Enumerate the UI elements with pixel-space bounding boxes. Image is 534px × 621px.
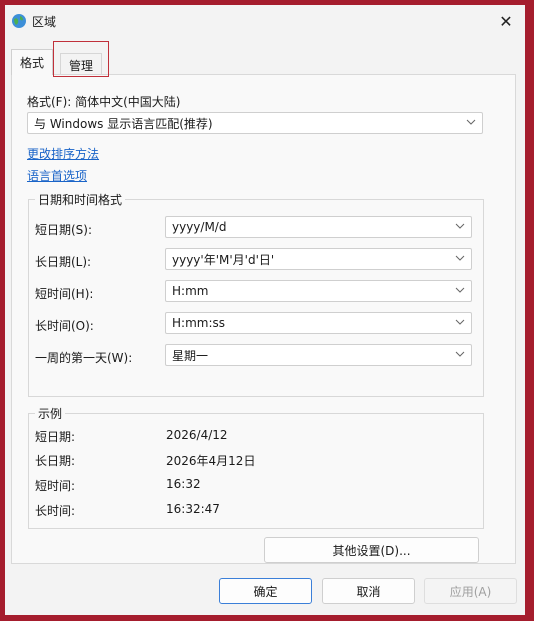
example-long-time-label: 长时间: — [35, 504, 76, 518]
example-group-title: 示例 — [35, 405, 66, 422]
additional-settings-button[interactable]: 其他设置(D)... — [264, 537, 479, 563]
chevron-down-icon — [455, 252, 465, 262]
language-prefs-link[interactable]: 语言首选项 — [27, 167, 87, 184]
change-sort-link[interactable]: 更改排序方法 — [27, 145, 99, 162]
chevron-down-icon — [466, 116, 476, 126]
example-short-time-label: 短时间: — [35, 479, 76, 493]
example-short-date-label: 短日期: — [35, 430, 76, 444]
example-long-time-value: 16:32:47 — [166, 502, 220, 516]
additional-settings-label: 其他设置(D)... — [332, 543, 411, 558]
example-group: 示例 短日期: 2026/4/12 长日期: 2026年4月12日 短时间: 1… — [28, 405, 484, 529]
short-date-value: yyyy/M/d — [172, 220, 227, 234]
region-dialog: 区域 ✕ 格式 管理 格式(F): 简体中文(中国大陆) 与 Windows 显… — [5, 5, 525, 615]
short-date-select[interactable]: yyyy/M/d — [165, 216, 472, 238]
tab-manage[interactable]: 管理 — [60, 53, 103, 76]
short-date-label: 短日期(S): — [35, 223, 93, 237]
title-bar: 区域 ✕ — [5, 5, 525, 37]
datetime-group-title: 日期和时间格式 — [35, 191, 126, 208]
close-button[interactable]: ✕ — [487, 5, 525, 37]
first-day-label: 一周的第一天(W): — [35, 351, 133, 365]
short-time-value: H:mm — [172, 284, 209, 298]
ok-label: 确定 — [253, 584, 278, 599]
first-day-select[interactable]: 星期一 — [165, 344, 472, 366]
tab-format-label: 格式 — [20, 56, 45, 70]
long-time-value: H:mm:ss — [172, 316, 225, 330]
long-time-select[interactable]: H:mm:ss — [165, 312, 472, 334]
chevron-down-icon — [455, 316, 465, 326]
format-label: 格式(F): 简体中文(中国大陆) — [27, 95, 181, 109]
globe-icon — [11, 13, 27, 29]
long-date-label: 长日期(L): — [35, 255, 92, 269]
example-long-date-value: 2026年4月12日 — [166, 454, 256, 468]
window-title: 区域 — [32, 15, 57, 29]
example-short-date-value: 2026/4/12 — [166, 428, 228, 442]
apply-button[interactable]: 应用(A) — [424, 578, 517, 604]
language-select-value: 与 Windows 显示语言匹配(推荐) — [34, 116, 213, 131]
first-day-value: 星期一 — [172, 348, 209, 363]
tab-format[interactable]: 格式 — [11, 49, 54, 75]
short-time-label: 短时间(H): — [35, 287, 94, 301]
long-time-label: 长时间(O): — [35, 319, 94, 333]
apply-label: 应用(A) — [449, 584, 492, 599]
example-long-date-label: 长日期: — [35, 454, 76, 468]
cancel-button[interactable]: 取消 — [322, 578, 415, 604]
datetime-format-group: 日期和时间格式 短日期(S): yyyy/M/d 长日期(L): yyyy'年'… — [28, 191, 484, 397]
chevron-down-icon — [455, 348, 465, 358]
chevron-down-icon — [455, 220, 465, 230]
example-short-time-value: 16:32 — [166, 477, 201, 491]
close-icon: ✕ — [499, 11, 513, 31]
format-panel: 格式(F): 简体中文(中国大陆) 与 Windows 显示语言匹配(推荐) 更… — [11, 74, 516, 564]
long-date-value: yyyy'年'M'月'd'日' — [172, 252, 275, 267]
language-select[interactable]: 与 Windows 显示语言匹配(推荐) — [27, 112, 483, 134]
cancel-label: 取消 — [356, 584, 381, 599]
long-date-select[interactable]: yyyy'年'M'月'd'日' — [165, 248, 472, 270]
chevron-down-icon — [455, 284, 465, 294]
short-time-select[interactable]: H:mm — [165, 280, 472, 302]
tab-manage-label: 管理 — [69, 58, 94, 73]
ok-button[interactable]: 确定 — [219, 578, 312, 604]
